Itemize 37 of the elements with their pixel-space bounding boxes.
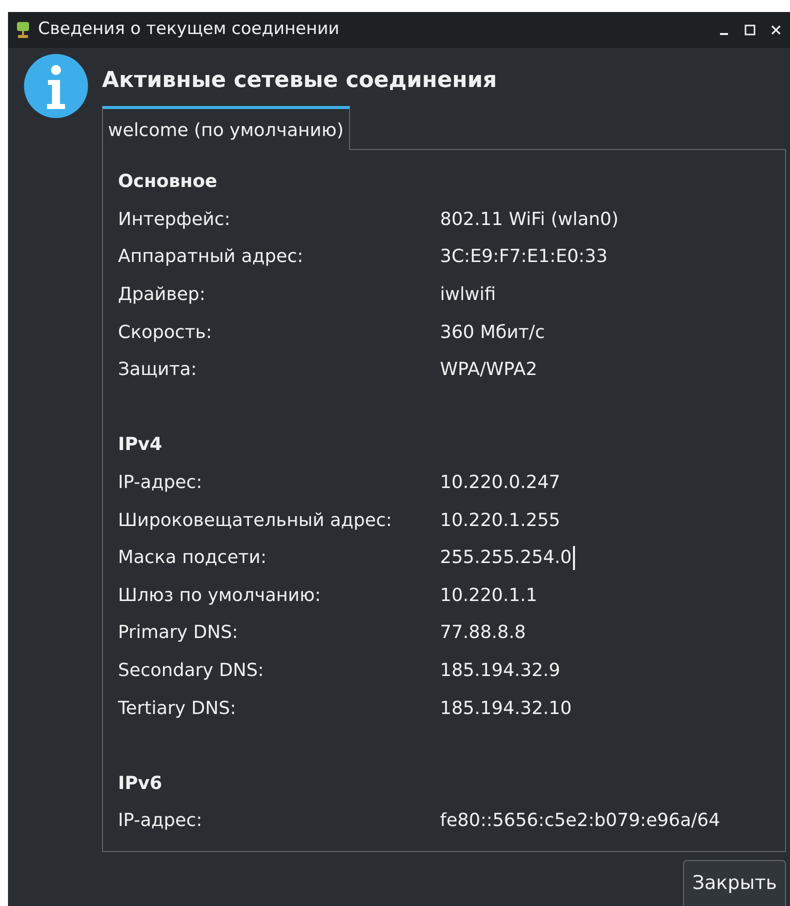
- close-icon[interactable]: [770, 24, 782, 36]
- field-value: WPA/WPA2: [440, 358, 538, 382]
- field-value: 10.220.0.247: [440, 471, 560, 496]
- field-label: Primary DNS:: [118, 621, 240, 646]
- field-label: Шлюз по умолчанию:: [118, 584, 322, 608]
- field-value: iwlwifi: [440, 283, 496, 308]
- field-label: Широковещательный адрес:: [118, 508, 393, 533]
- field-value: 360 Мбит/с: [440, 320, 545, 345]
- close-button[interactable]: Закрыть: [683, 860, 786, 906]
- field-label: Защита:: [118, 358, 198, 382]
- field-value: 3C:E9:F7:E1:E0:33: [440, 245, 608, 270]
- section-heading: Основное: [118, 170, 218, 194]
- field-value: 255.255.254.0: [440, 546, 572, 570]
- field-label: Скорость:: [118, 320, 213, 345]
- field-label: Аппаратный адрес:: [118, 245, 304, 270]
- field-label: Маска подсети:: [118, 546, 268, 570]
- field-label: IP-адрес:: [118, 471, 204, 496]
- field-label: Tertiary DNS:: [118, 696, 238, 721]
- field-value: 10.220.1.1: [440, 584, 538, 608]
- field-value: fe80::5656:c5e2:b079:e96a/64: [440, 809, 720, 834]
- network-icon: [16, 22, 30, 38]
- dialog-heading: Активные сетевые соединения: [102, 67, 498, 95]
- field-label: IP-адрес:: [118, 809, 204, 834]
- info-icon: [24, 54, 88, 118]
- field-value: 185.194.32.9: [440, 659, 560, 684]
- section-heading: IPv6: [118, 772, 162, 796]
- field-label: Интерфейс:: [118, 208, 232, 232]
- field-label: Драйвер:: [118, 283, 206, 308]
- field-value: 185.194.32.10: [440, 696, 572, 721]
- field-value: 77.88.8.8: [440, 621, 526, 646]
- maximize-icon[interactable]: [744, 24, 756, 36]
- field-label: Secondary DNS:: [118, 659, 265, 684]
- window-title: Сведения о текущем соединении: [38, 18, 340, 42]
- tab[interactable]: welcome (по умолчанию): [102, 106, 350, 150]
- field-value: 10.220.1.255: [440, 508, 560, 533]
- section-heading: IPv4: [118, 433, 162, 458]
- field-value: 802.11 WiFi (wlan0): [440, 208, 619, 232]
